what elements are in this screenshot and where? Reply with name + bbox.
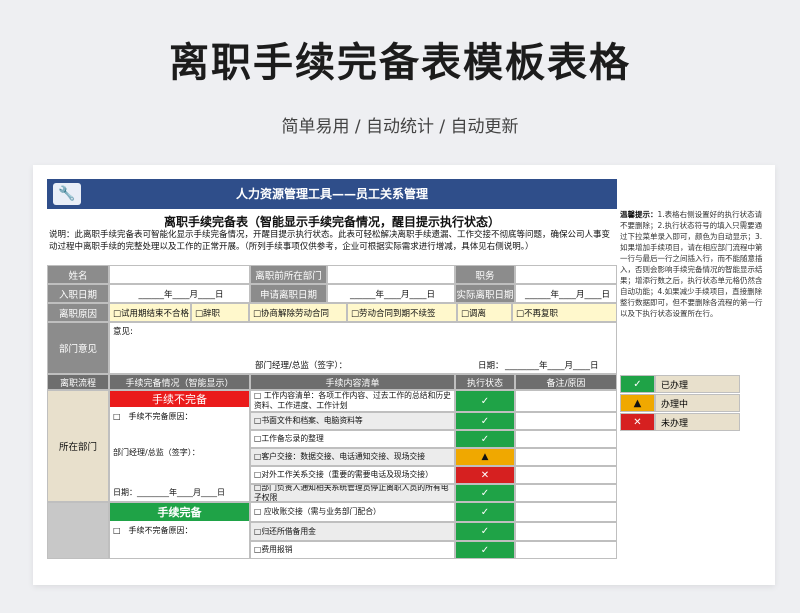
- checklist-row: □部门负责人通知相关系统管理员停止离职人员的所有电子权限 ✓: [47, 484, 617, 502]
- remark-cell[interactable]: [515, 448, 617, 466]
- checklist-item-text[interactable]: □归还所借备用金: [250, 522, 455, 541]
- legend-notdone-label: 未办理: [655, 413, 740, 431]
- reason-option-negotiate[interactable]: □协商解除劳动合同: [249, 303, 347, 322]
- tips-panel: 温馨提示：1.表格右侧设置好的执行状态请不要删除；2.执行状态符号的填入只需要通…: [620, 209, 768, 319]
- input-join-date[interactable]: ______年____月____日: [109, 284, 250, 303]
- banner-title: 人力资源管理工具——员工关系管理: [235, 187, 428, 201]
- checklist-item-text[interactable]: □客户交接：数据交接、电话通知交接、现场交接: [250, 448, 455, 466]
- row-dept-opinion: 部门意见 意见: 部门经理/总监（签字）： 日期： ________年____月…: [47, 322, 617, 374]
- checklist-item-text[interactable]: □对外工作关系交接（重要的需要电话及现场交接）: [250, 466, 455, 484]
- header-process: 离职流程: [47, 374, 109, 390]
- status-cell[interactable]: ✓: [455, 522, 515, 541]
- remark-cell[interactable]: [515, 484, 617, 502]
- remark-cell[interactable]: [515, 430, 617, 448]
- checklist-row: □ 应收账交接（需与业务部门配合） ✓: [47, 502, 617, 522]
- status-cell[interactable]: ✓: [455, 541, 515, 559]
- wrench-icon: 🔧: [53, 183, 81, 205]
- sheet-card: 🔧 人力资源管理工具——员工关系管理 离职手续完备表（智能显示手续完备情况，醒目…: [33, 165, 775, 585]
- opinion-label: 意见:: [113, 327, 133, 337]
- checklist-item-text[interactable]: □费用报销: [250, 541, 455, 559]
- row-name: 姓名 离职前所在部门 职务: [47, 265, 617, 284]
- input-apply-date[interactable]: ______年____月____日: [327, 284, 455, 303]
- table-header: 离职流程 手续完备情况（智能显示） 手续内容清单 执行状态 备注/原因: [47, 374, 617, 390]
- tips-body: 1.表格右侧设置好的执行状态请不要删除；2.执行状态符号的填入只需要通过下拉菜单…: [620, 210, 763, 318]
- remark-cell[interactable]: [515, 502, 617, 522]
- sheet-banner: 🔧 人力资源管理工具——员工关系管理: [47, 179, 617, 209]
- input-name[interactable]: [109, 265, 250, 284]
- label-position: 职务: [455, 265, 515, 284]
- legend-inprogress: ▲ 办理中: [620, 394, 740, 412]
- checklist-item-text[interactable]: □ 工作内容清单：各项工作内容、过去工作的总结和历史资料、工作进度、工作计划: [250, 390, 455, 412]
- page-subtitle: 简单易用 / 自动统计 / 自动更新: [281, 117, 519, 137]
- manager-sign-label: 部门经理/总监（签字）：: [255, 361, 348, 371]
- row-dates: 入职日期 ______年____月____日 申请离职日期 ______年___…: [47, 284, 617, 303]
- header-checklist: 手续内容清单: [250, 374, 455, 390]
- status-cell[interactable]: ✓: [455, 390, 515, 412]
- legend-done: ✓ 已办理: [620, 375, 740, 393]
- sheet-note: 说明：此离职手续完备表可智能化显示手续完备情况，开醒目提示执行状态。此表可轻松解…: [49, 230, 611, 252]
- label-dept: 离职前所在部门: [250, 265, 327, 284]
- status-cell[interactable]: ▲: [455, 448, 515, 466]
- label-join-date: 入职日期: [47, 284, 109, 303]
- header-status: 执行状态: [455, 374, 515, 390]
- remark-cell[interactable]: [515, 466, 617, 484]
- triangle-icon: ▲: [620, 394, 655, 412]
- status-cell[interactable]: ✕: [455, 466, 515, 484]
- label-dept-opinion: 部门意见: [47, 322, 109, 374]
- checklist-row: □工作备忘录的整理 ✓: [47, 430, 617, 448]
- label-actual-date: 实际离职日期: [455, 284, 515, 303]
- remark-cell[interactable]: [515, 522, 617, 541]
- legend-notdone: ✕ 未办理: [620, 413, 740, 431]
- reason-option-resign[interactable]: □辞职: [191, 303, 249, 322]
- check-icon: ✓: [620, 375, 655, 393]
- cross-icon: ✕: [620, 413, 655, 431]
- header-remark: 备注/原因: [515, 374, 617, 390]
- status-cell[interactable]: ✓: [455, 502, 515, 522]
- tips-title: 温馨提示：: [620, 210, 658, 219]
- reason-option-no-return[interactable]: □不再复职: [512, 303, 617, 322]
- checklist-row: □ 工作内容清单：各项工作内容、过去工作的总结和历史资料、工作进度、工作计划 ✓: [47, 390, 617, 412]
- legend-done-label: 已办理: [655, 375, 740, 393]
- dept-opinion-box[interactable]: 意见: 部门经理/总监（签字）： 日期： ________年____月____日: [109, 322, 617, 374]
- header-completion: 手续完备情况（智能显示）: [109, 374, 250, 390]
- status-cell[interactable]: ✓: [455, 412, 515, 430]
- page-title: 离职手续完备表模板表格: [169, 40, 631, 86]
- checklist-row: □书面文件和档案、电脑资料等 ✓: [47, 412, 617, 430]
- input-position[interactable]: [515, 265, 617, 284]
- reason-option-probation[interactable]: □试用期结束不合格: [109, 303, 191, 322]
- legend-inprogress-label: 办理中: [655, 394, 740, 412]
- checklist-item-text[interactable]: □工作备忘录的整理: [250, 430, 455, 448]
- input-actual-date[interactable]: ______年____月____日: [515, 284, 617, 303]
- remark-cell[interactable]: [515, 412, 617, 430]
- reason-option-transfer[interactable]: □调离: [457, 303, 512, 322]
- remark-cell[interactable]: [515, 390, 617, 412]
- remark-cell[interactable]: [515, 541, 617, 559]
- checklist-item-text[interactable]: □部门负责人通知相关系统管理员停止离职人员的所有电子权限: [250, 484, 455, 502]
- status-cell[interactable]: ✓: [455, 430, 515, 448]
- checklist-row: □客户交接：数据交接、电话通知交接、现场交接 ▲: [47, 448, 617, 466]
- sheet-heading: 离职手续完备表（智能显示手续完备情况，醒目提示执行状态）: [163, 215, 500, 229]
- opinion-date-fill: ________年____月____日: [505, 361, 599, 371]
- row-reason: 离职原因 □试用期结束不合格 □辞职 □协商解除劳动合同 □劳动合同到期不续签 …: [47, 303, 617, 322]
- status-cell[interactable]: ✓: [455, 484, 515, 502]
- label-reason: 离职原因: [47, 303, 109, 322]
- label-name: 姓名: [47, 265, 109, 284]
- checklist-item-text[interactable]: □ 应收账交接（需与业务部门配合）: [250, 502, 455, 522]
- checklist-row: □对外工作关系交接（重要的需要电话及现场交接） ✕: [47, 466, 617, 484]
- reason-option-expire[interactable]: □劳动合同到期不续签: [347, 303, 457, 322]
- input-dept[interactable]: [327, 265, 455, 284]
- checklist-item-text[interactable]: □书面文件和档案、电脑资料等: [250, 412, 455, 430]
- checklist-row: □费用报销 ✓: [47, 541, 617, 559]
- checklist-row: □归还所借备用金 ✓: [47, 522, 617, 541]
- opinion-date-label: 日期：: [478, 361, 504, 371]
- label-apply-date: 申请离职日期: [250, 284, 327, 303]
